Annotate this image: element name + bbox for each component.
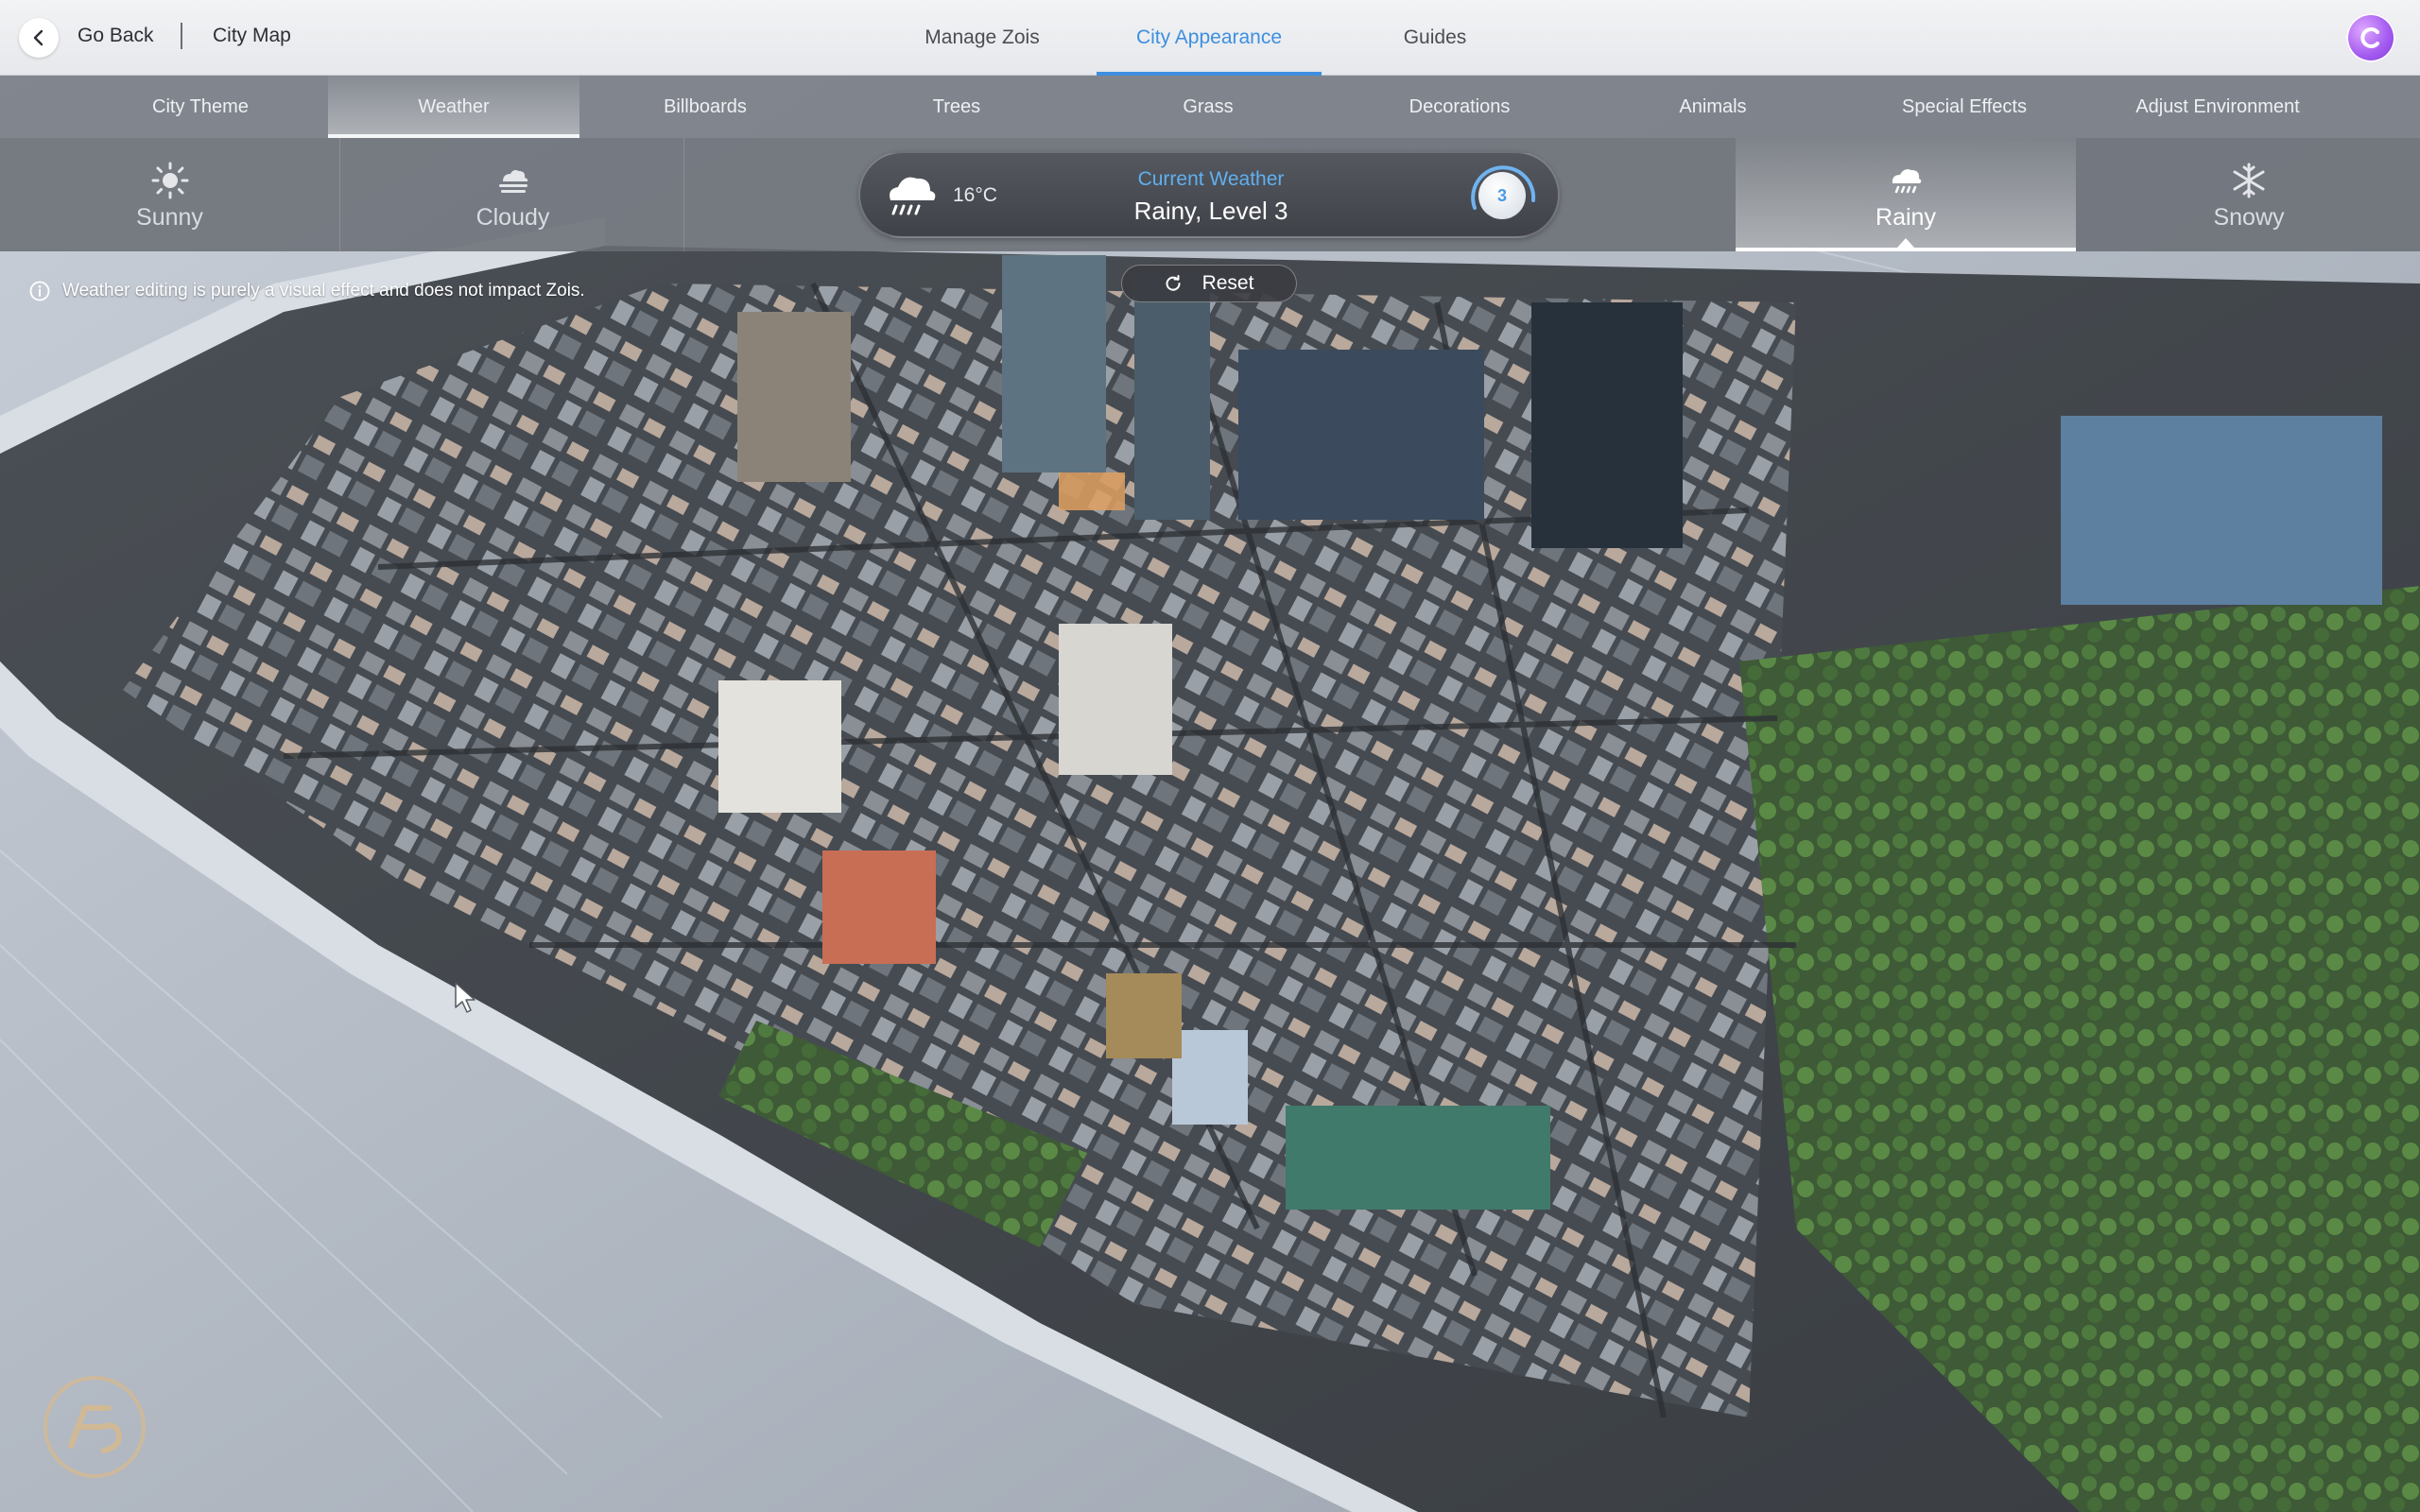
snowflake-icon — [2233, 163, 2265, 198]
back-button[interactable] — [19, 18, 59, 58]
subnav-weather[interactable]: Weather — [328, 76, 579, 138]
subnav-trees[interactable]: Trees — [856, 76, 1057, 138]
tab-city-appearance[interactable]: City Appearance — [1097, 0, 1322, 76]
weather-option-label: Snowy — [2213, 203, 2285, 231]
avatar-logo-icon — [2360, 27, 2379, 48]
go-back-link[interactable]: Go Back — [78, 25, 154, 47]
info-icon — [29, 281, 50, 301]
subnav-adjust-environment[interactable]: Adjust Environment — [2097, 76, 2339, 138]
subnav-special-effects[interactable]: Special Effects — [1864, 76, 2065, 138]
subnav-city-theme[interactable]: City Theme — [95, 76, 306, 138]
current-weather-title: Current Weather — [1137, 168, 1285, 190]
tab-manage-zois[interactable]: Manage Zois — [909, 0, 1055, 76]
weather-info-note: Weather editing is purely a visual effec… — [28, 280, 585, 302]
corner-logo-icon — [43, 1376, 146, 1478]
user-avatar-icon[interactable] — [2346, 13, 2395, 62]
weather-option-label: Sunny — [136, 203, 203, 231]
reset-label: Reset — [1201, 272, 1254, 294]
weather-option-snowy[interactable]: Snowy — [2078, 138, 2420, 251]
weather-option-sunny[interactable]: Sunny — [0, 138, 340, 251]
sun-icon — [151, 162, 188, 198]
weather-option-rainy[interactable]: Rainy — [1736, 138, 2076, 251]
top-bar: Go Back City Map Manage Zois City Appear… — [0, 0, 2420, 76]
chevron-left-icon — [33, 29, 43, 46]
subnav-decorations[interactable]: Decorations — [1359, 76, 1560, 138]
tab-guides[interactable]: Guides — [1369, 0, 1501, 76]
subnav-billboards[interactable]: Billboards — [605, 76, 805, 138]
current-weather-card: 16°C Current Weather Rainy, Level 3 3 — [858, 151, 1560, 238]
weather-option-label: Cloudy — [475, 203, 550, 231]
weather-option-label: Rainy — [1876, 203, 1936, 231]
weather-level-dial[interactable]: 3 — [1465, 159, 1539, 232]
weather-info-text: Weather editing is purely a visual effec… — [62, 281, 585, 301]
mouse-cursor-icon — [455, 982, 475, 1013]
weather-level-value: 3 — [1478, 172, 1526, 219]
subnav-grass[interactable]: Grass — [1108, 76, 1308, 138]
cloud-icon — [498, 169, 527, 193]
refresh-icon — [1166, 275, 1181, 291]
rain-cloud-icon — [1892, 168, 1922, 193]
current-weather-value: Rainy, Level 3 — [1133, 197, 1288, 225]
breadcrumb-divider — [181, 23, 182, 49]
subnav-animals[interactable]: Animals — [1613, 76, 1813, 138]
weather-option-cloudy[interactable]: Cloudy — [342, 138, 684, 251]
breadcrumb-city-map: City Map — [213, 25, 291, 46]
reset-button[interactable]: Reset — [1121, 265, 1297, 302]
appearance-subnav: City Theme Weather Billboards Trees Gras… — [0, 76, 2420, 138]
